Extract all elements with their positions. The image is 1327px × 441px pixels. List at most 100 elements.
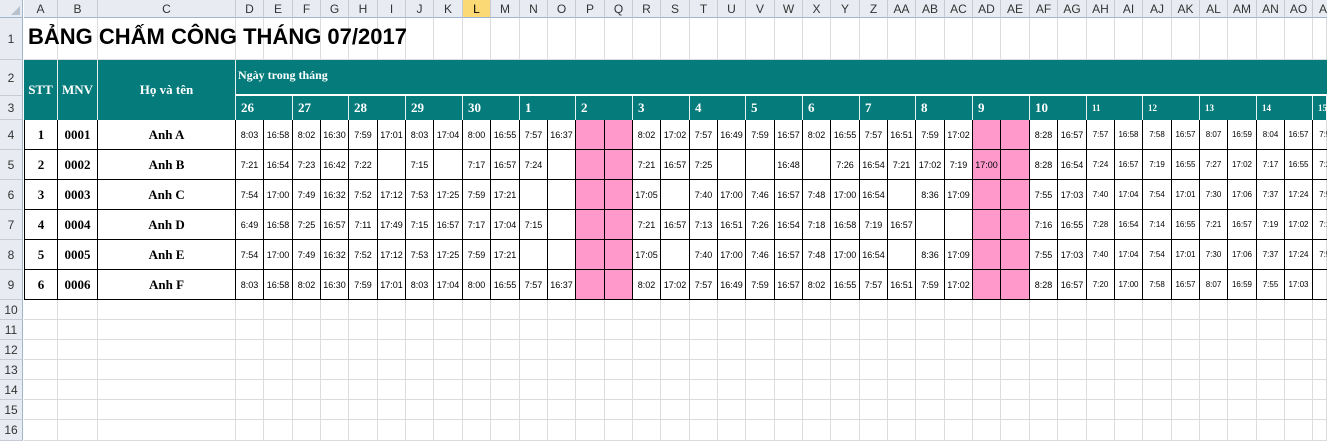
time-cell[interactable]: 7:26 [831, 150, 860, 180]
time-cell[interactable]: 16:57 [775, 120, 803, 150]
time-cell[interactable]: 8:00 [463, 270, 491, 300]
time-cell[interactable]: 6:49 [236, 210, 264, 240]
time-cell[interactable] [746, 150, 775, 180]
time-cell[interactable]: 8:02 [633, 270, 661, 300]
time-cell[interactable]: 7:16 [1030, 210, 1058, 240]
time-cell[interactable]: 7:18 [803, 210, 831, 240]
time-cell[interactable]: 7:46 [746, 180, 775, 210]
column-header-ao[interactable]: AO [1285, 0, 1313, 18]
day-header-13[interactable]: 13 [1200, 96, 1257, 120]
time-cell[interactable]: 16:58 [264, 270, 293, 300]
weekend-cell[interactable] [576, 120, 605, 150]
time-cell[interactable]: 7:59 [916, 120, 945, 150]
time-cell[interactable]: 16:59 [1228, 120, 1257, 150]
time-cell[interactable]: 16:57 [775, 240, 803, 270]
employee-name[interactable]: Anh B [98, 150, 236, 180]
time-cell[interactable] [434, 150, 463, 180]
time-cell[interactable]: 7:21 [236, 150, 264, 180]
time-cell[interactable]: 8:03 [406, 120, 434, 150]
time-cell[interactable]: 8:28 [1030, 150, 1058, 180]
column-header-e[interactable]: E [264, 0, 293, 18]
time-cell[interactable]: 16:57 [1285, 120, 1313, 150]
column-header-n[interactable]: N [520, 0, 548, 18]
column-header-j[interactable]: J [406, 0, 434, 18]
weekend-cell[interactable] [973, 270, 1001, 300]
time-cell[interactable]: 7:56 [1313, 240, 1327, 270]
column-header-g[interactable]: G [321, 0, 349, 18]
time-cell[interactable]: 8:36 [916, 240, 945, 270]
day-header-4[interactable]: 4 [690, 96, 746, 120]
employee-name[interactable]: Anh A [98, 120, 236, 150]
time-cell[interactable] [661, 180, 690, 210]
time-cell[interactable] [945, 210, 973, 240]
time-cell[interactable]: 16:51 [888, 120, 916, 150]
time-cell[interactable]: 16:55 [1172, 150, 1200, 180]
time-cell[interactable]: 7:53 [406, 180, 434, 210]
time-cell[interactable]: 17:09 [945, 180, 973, 210]
day-header-14[interactable]: 14 [1257, 96, 1313, 120]
column-header-l[interactable]: L [463, 0, 491, 18]
day-header-5[interactable]: 5 [746, 96, 803, 120]
time-cell[interactable]: 7:24 [520, 150, 548, 180]
time-cell[interactable]: 8:04 [1257, 120, 1285, 150]
time-cell[interactable]: 17:02 [661, 270, 690, 300]
time-cell[interactable]: 16:57 [1172, 270, 1200, 300]
day-header-12[interactable]: 12 [1143, 96, 1200, 120]
time-cell[interactable]: 7:40 [1087, 240, 1115, 270]
time-cell[interactable]: 7:53 [406, 240, 434, 270]
time-cell[interactable]: 7:25 [293, 210, 321, 240]
time-cell[interactable]: 16:55 [831, 120, 860, 150]
day-header-3[interactable]: 3 [633, 96, 690, 120]
time-cell[interactable]: 7:20 [1087, 270, 1115, 300]
time-cell[interactable]: 16:54 [1058, 150, 1087, 180]
time-cell[interactable]: 17:49 [378, 210, 406, 240]
time-cell[interactable]: 7:56 [1313, 180, 1327, 210]
time-cell[interactable]: 7:17 [463, 210, 491, 240]
time-cell[interactable]: 7:49 [293, 180, 321, 210]
time-cell[interactable] [548, 180, 576, 210]
time-cell[interactable]: 7:54 [236, 240, 264, 270]
time-cell[interactable]: 16:48 [775, 150, 803, 180]
time-cell[interactable]: 16:51 [718, 210, 746, 240]
time-cell[interactable]: 16:42 [321, 150, 349, 180]
row-header-12[interactable]: 12 [0, 340, 23, 360]
column-header-t[interactable]: T [690, 0, 718, 18]
time-cell[interactable]: 7:15 [520, 210, 548, 240]
time-cell[interactable]: 7:40 [690, 180, 718, 210]
column-header-m[interactable]: M [491, 0, 520, 18]
time-cell[interactable]: 7:26 [746, 210, 775, 240]
time-cell[interactable]: 17:04 [1115, 240, 1143, 270]
row-header-13[interactable]: 13 [0, 360, 23, 380]
column-header-o[interactable]: O [548, 0, 576, 18]
time-cell[interactable]: 17:01 [378, 270, 406, 300]
time-cell[interactable]: 8:02 [803, 120, 831, 150]
time-cell[interactable]: 17:06 [1228, 240, 1257, 270]
time-cell[interactable]: 8:03 [236, 120, 264, 150]
time-cell[interactable]: 7:57 [690, 120, 718, 150]
time-cell[interactable]: 8:02 [633, 120, 661, 150]
time-cell[interactable]: 17:04 [491, 210, 520, 240]
time-cell[interactable]: 17:00 [264, 240, 293, 270]
row-header-2[interactable]: 2 [0, 60, 23, 96]
time-cell[interactable]: 17:00 [831, 240, 860, 270]
time-cell[interactable]: 7:23 [293, 150, 321, 180]
time-cell[interactable]: 17:09 [945, 240, 973, 270]
row-header-8[interactable]: 8 [0, 240, 23, 270]
time-cell[interactable]: 16:54 [775, 210, 803, 240]
weekend-cell[interactable] [973, 180, 1001, 210]
time-cell[interactable]: 17:06 [1228, 180, 1257, 210]
weekend-cell[interactable] [576, 240, 605, 270]
time-cell[interactable]: 7:15 [406, 210, 434, 240]
time-cell[interactable] [378, 150, 406, 180]
time-cell[interactable]: 7:57 [520, 120, 548, 150]
time-cell[interactable]: 17:04 [1115, 180, 1143, 210]
header-name[interactable]: Họ và tên [98, 60, 236, 120]
employee-name[interactable]: Anh D [98, 210, 236, 240]
time-cell[interactable]: 8:03 [236, 270, 264, 300]
column-header-ad[interactable]: AD [973, 0, 1001, 18]
time-cell[interactable] [548, 210, 576, 240]
time-cell[interactable]: 16:57 [661, 150, 690, 180]
time-cell[interactable]: 16:32 [321, 180, 349, 210]
weekend-cell[interactable] [576, 270, 605, 300]
time-cell[interactable]: 17:05 [633, 180, 661, 210]
